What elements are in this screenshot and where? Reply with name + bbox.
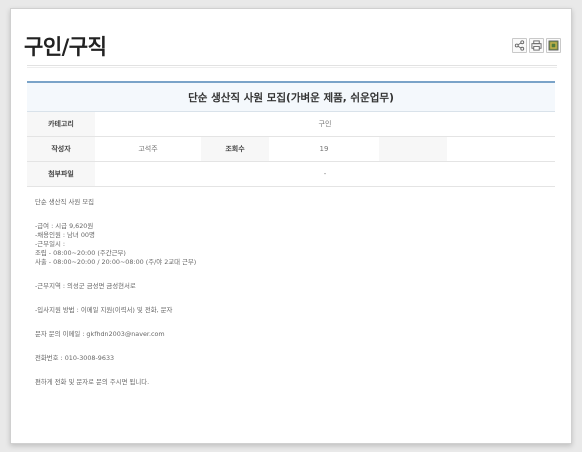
- board-card: 구인/구직 단순 생산직 사원 모집(가벼운 제품, 쉬운업무) 카테고리 구인…: [10, 8, 572, 444]
- body-line: 편하게 전화 및 문자로 문의 주시면 됩니다.: [35, 378, 150, 386]
- views-label: 조회수: [201, 137, 269, 161]
- toolbar: [512, 38, 561, 53]
- author-row: 작성자 고석주 조회수 19: [27, 137, 555, 162]
- body-line: -근무일시 :: [35, 240, 66, 248]
- image-icon: [548, 40, 559, 51]
- attachment-label: 첨부파일: [27, 162, 95, 186]
- body-line: -채용인원 : 남녀 00명: [35, 231, 95, 239]
- divider: [27, 67, 557, 68]
- body-line: -근무지역 : 의성군 금성면 금성현서로: [35, 282, 136, 290]
- image-button[interactable]: [546, 38, 561, 53]
- body-line: 조립 - 08:00~20:00 (주간근무): [35, 249, 126, 257]
- category-value: 구인: [318, 120, 332, 128]
- body-email: 문자 문의 이메일 : gkfhdn2003@naver.com: [35, 330, 165, 338]
- post-view: 단순 생산직 사원 모집(가벼운 제품, 쉬운업무) 카테고리 구인 작성자 고…: [27, 81, 555, 387]
- empty-value-cell: [447, 137, 555, 161]
- author-label: 작성자: [27, 137, 95, 161]
- print-button[interactable]: [529, 38, 544, 53]
- attachment-value[interactable]: -: [95, 162, 555, 186]
- empty-label-cell: [379, 137, 447, 161]
- attachment-row: 첨부파일 -: [27, 162, 555, 187]
- share-button[interactable]: [512, 38, 527, 53]
- divider: [27, 65, 557, 66]
- page-title: 구인/구직: [24, 35, 107, 59]
- views-value: 19: [319, 145, 329, 153]
- category-label: 카테고리: [27, 112, 95, 136]
- category-row: 카테고리 구인: [27, 112, 555, 137]
- body-line: 사출 - 08:00~20:00 / 20:00~08:00 (주/야 2교대 …: [35, 258, 197, 266]
- author-value: 고석주: [138, 145, 158, 153]
- body-line: -급여 : 시급 9,620원: [35, 222, 94, 230]
- post-title: 단순 생산직 사원 모집(가벼운 제품, 쉬운업무): [27, 83, 555, 112]
- body-line: 단순 생산직 사원 모집: [35, 198, 95, 206]
- share-icon: [514, 40, 525, 51]
- body-phone: 전화번호 : 010-3008-9633: [35, 354, 115, 362]
- body-line: -입사지원 방법 : 이메일 지원(이력서) 및 전화, 문자: [35, 306, 173, 314]
- post-body: 단순 생산직 사원 모집 -급여 : 시급 9,620원 -채용인원 : 남녀 …: [27, 187, 555, 387]
- print-icon: [531, 40, 542, 51]
